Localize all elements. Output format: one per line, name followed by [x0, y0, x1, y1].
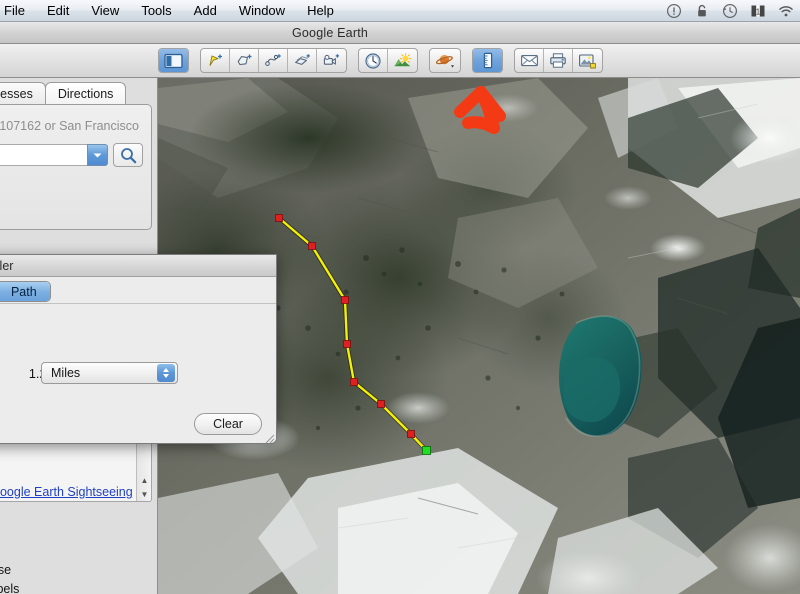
ruler-dialog: Ruler Line Path Length: 1.22 Miles — [0, 254, 277, 444]
toolbar-share-group — [514, 48, 603, 73]
ruler-length-row: Length: 1.22 Miles — [0, 362, 276, 386]
toolbar-ruler-group — [472, 48, 503, 73]
toolbar-planet-group — [429, 48, 461, 73]
search-button[interactable] — [113, 143, 143, 167]
ruler-icon — [483, 52, 492, 69]
toggle-sidebar-button[interactable] — [159, 49, 188, 72]
search-tabs: Fly To Find Businesses Directions — [0, 80, 152, 104]
email-button[interactable] — [515, 49, 544, 72]
toolbar-view-group — [158, 48, 189, 73]
toolbar-left-spacer — [0, 60, 158, 61]
stepper-down-arrow-icon — [163, 374, 169, 378]
planet-saturn-icon — [435, 55, 454, 68]
layer-row-borders-and-labels[interactable]: Borders and Labels — [0, 579, 152, 594]
menu-help[interactable]: Help — [296, 1, 345, 21]
places-message: To start, select a placemark in this fol… — [0, 501, 152, 502]
wifi-icon[interactable] — [778, 3, 794, 19]
mac-menu-bar: File Edit View Tools Add Window Help 1 — [0, 0, 800, 22]
magnifier-icon — [120, 147, 136, 163]
print-button[interactable] — [544, 49, 573, 72]
ruler-tab-path[interactable]: Path — [0, 282, 50, 301]
sun-horizon-icon — [394, 53, 412, 67]
search-input[interactable] — [0, 144, 87, 166]
menu-window[interactable]: Window — [228, 1, 296, 21]
ruler-footer-row: Mouse Navigation Clear — [0, 413, 276, 437]
save-image-icon — [579, 53, 596, 68]
ruler-mode-segmented-control: Line Path — [0, 281, 51, 302]
menu-tools[interactable]: Tools — [130, 1, 182, 21]
image-overlay-icon — [294, 54, 310, 65]
screen: File Edit View Tools Add Window Help 1 G… — [0, 0, 800, 594]
add-path-button[interactable] — [259, 49, 288, 72]
toolbar-add-group — [200, 48, 347, 73]
search-history-dropdown-button[interactable] — [87, 144, 108, 166]
unit-stepper-icon[interactable] — [157, 364, 175, 382]
menu-view[interactable]: View — [80, 1, 130, 21]
ruler-button[interactable] — [473, 49, 502, 72]
path-vertices — [275, 214, 431, 455]
svg-text:1: 1 — [756, 7, 761, 16]
window-titlebar[interactable]: Google Earth — [0, 22, 800, 44]
resize-grip-icon[interactable] — [262, 431, 275, 444]
envelope-icon — [520, 55, 538, 67]
ruler-dialog-body: Line Path Length: 1.22 Miles — [0, 277, 276, 444]
layers-panel: Primary Database Borders and Labels Plac… — [0, 508, 152, 594]
sidebar-panel-icon — [164, 53, 183, 68]
window-title: Google Earth — [291, 25, 369, 40]
menu-edit[interactable]: Edit — [36, 1, 80, 21]
app-toolbar — [0, 44, 800, 78]
google-earth-window: Google Earth esses Directions 107162 or … — [0, 22, 800, 594]
historical-imagery-button[interactable] — [359, 49, 388, 72]
layer-label: Borders and Labels — [0, 581, 20, 594]
time-machine-icon[interactable] — [722, 3, 738, 19]
stepper-up-arrow-icon — [163, 368, 169, 372]
places-scroll-up-arrow[interactable]: ▲ — [137, 473, 151, 487]
chevron-down-icon — [93, 153, 102, 157]
path-icon — [264, 54, 281, 66]
printer-icon — [550, 53, 566, 68]
spaces-icon[interactable]: 1 — [750, 3, 766, 19]
ruler-dialog-titlebar[interactable]: Ruler — [0, 255, 276, 277]
menu-file[interactable]: File — [0, 1, 36, 21]
menu-status-icons: 1 — [666, 0, 794, 22]
length-unit-select[interactable]: Miles — [41, 362, 178, 384]
layer-label: Primary Database — [0, 562, 12, 577]
toolbar-time-group — [358, 48, 418, 73]
length-unit-value: Miles — [51, 366, 81, 380]
tab-find-businesses[interactable]: Find Businesses — [0, 82, 46, 104]
menu-add[interactable]: Add — [183, 1, 228, 21]
add-polygon-button[interactable] — [230, 49, 259, 72]
alert-circle-icon[interactable] — [666, 3, 682, 19]
layer-row-primary-database[interactable]: Primary Database — [0, 560, 152, 579]
movie-camera-icon — [323, 54, 340, 65]
lock-icon[interactable] — [694, 3, 710, 19]
layers-list: Primary Database Borders and Labels Plac… — [0, 560, 152, 594]
record-tour-button[interactable] — [317, 49, 346, 72]
add-image-overlay-button[interactable] — [288, 49, 317, 72]
search-hint-text: e.g., 37.407229, -122.107162 or San Fran… — [0, 119, 139, 133]
sunlight-button[interactable] — [388, 49, 417, 72]
menu-list: File Edit View Tools Add Window Help — [0, 1, 345, 21]
switch-planet-button[interactable] — [430, 49, 460, 72]
places-sightseeing-link[interactable]: Getting Started with Google Earth Sights… — [0, 485, 133, 499]
save-image-button[interactable] — [573, 49, 602, 72]
polygon-icon — [237, 54, 251, 66]
ruler-dialog-title: Ruler — [0, 258, 14, 273]
clear-button[interactable]: Clear — [194, 413, 262, 435]
ruler-tabs-wrapper: Line Path — [0, 281, 276, 302]
clock-icon — [365, 52, 381, 69]
tab-directions[interactable]: Directions — [44, 82, 127, 104]
places-scroll-down-arrow[interactable]: ▼ — [137, 487, 151, 501]
search-panel-body: e.g., 37.407229, -122.107162 or San Fran… — [0, 104, 152, 230]
placemark-pin-icon — [209, 54, 222, 66]
search-panel: Fly To Find Businesses Directions e.g., … — [0, 80, 152, 246]
add-placemark-button[interactable] — [201, 49, 230, 72]
search-row — [0, 143, 143, 167]
ruler-tab-separator — [0, 303, 276, 304]
